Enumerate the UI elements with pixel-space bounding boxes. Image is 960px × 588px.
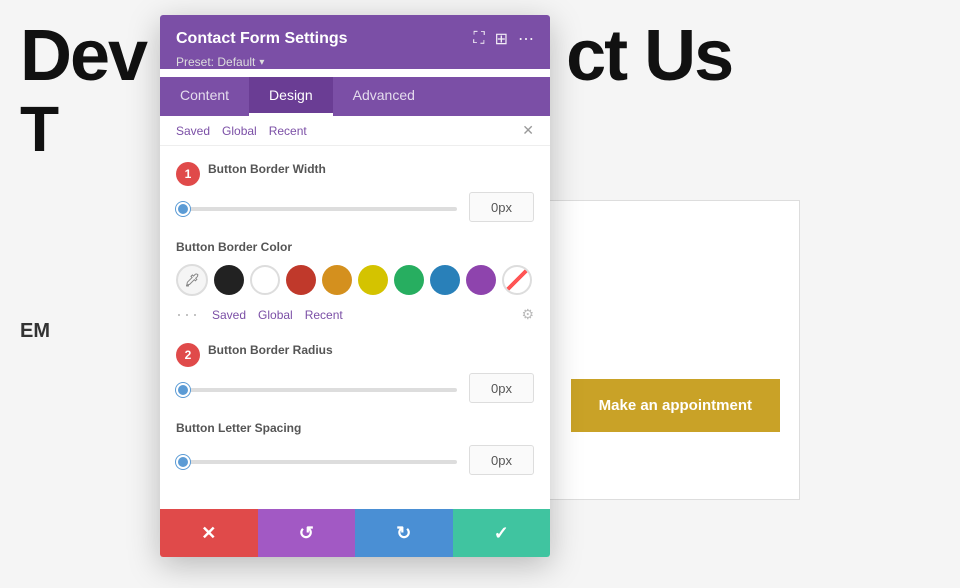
panel-header-top: Contact Form Settings ⛶ ⊞ ⋯ [176, 29, 534, 49]
swatch-blue[interactable] [430, 265, 460, 295]
color-swatches-row [176, 264, 534, 296]
border-color-label: Button Border Color [176, 240, 534, 254]
tab-design[interactable]: Design [249, 77, 333, 116]
swatch-yellow[interactable] [358, 265, 388, 295]
save-button[interactable]: ✓ [453, 509, 551, 557]
border-radius-value: 0px [469, 373, 534, 403]
sub-tab-close-icon[interactable]: ✕ [522, 122, 534, 139]
border-width-slider-wrap [176, 198, 457, 216]
panel-header: Contact Form Settings ⛶ ⊞ ⋯ Preset: Defa… [160, 15, 550, 69]
border-radius-slider[interactable] [176, 388, 457, 392]
color-sub-tab-global[interactable]: Global [258, 308, 293, 322]
border-width-slider-row: 0px [176, 192, 534, 222]
letter-spacing-value: 0px [469, 445, 534, 475]
color-sub-tab-recent[interactable]: Recent [305, 308, 343, 322]
panel-header-icons: ⛶ ⊞ ⋯ [473, 29, 534, 49]
sub-tabs-bar: Saved Global Recent ✕ [160, 116, 550, 146]
swatch-transparent[interactable] [502, 265, 532, 295]
settings-panel: Contact Form Settings ⛶ ⊞ ⋯ Preset: Defa… [160, 15, 550, 557]
panel-title: Contact Form Settings [176, 30, 348, 48]
border-width-slider[interactable] [176, 207, 457, 211]
columns-icon[interactable]: ⊞ [495, 29, 508, 49]
tab-advanced[interactable]: Advanced [333, 77, 435, 116]
eyedropper-icon[interactable] [176, 264, 208, 296]
color-sub-row: ··· Saved Global Recent ⚙ [176, 304, 534, 325]
letter-spacing-slider[interactable] [176, 460, 457, 464]
dots-icon[interactable]: ··· [176, 304, 200, 325]
border-radius-label-row: 2 Button Border Radius [176, 343, 534, 367]
cancel-button[interactable]: ✕ [160, 509, 258, 557]
border-radius-label: Button Border Radius [208, 343, 333, 357]
swatch-orange[interactable] [322, 265, 352, 295]
swatch-red[interactable] [286, 265, 316, 295]
panel-footer: ✕ ↺ ↻ ✓ [160, 509, 550, 557]
redo-button[interactable]: ↻ [355, 509, 453, 557]
swatch-purple[interactable] [466, 265, 496, 295]
sub-tab-saved[interactable]: Saved [176, 124, 210, 138]
tab-content[interactable]: Content [160, 77, 249, 116]
sub-tab-global[interactable]: Global [222, 124, 257, 138]
border-radius-slider-wrap [176, 379, 457, 397]
step2-badge: 2 [176, 343, 200, 367]
border-width-value: 0px [469, 192, 534, 222]
swatch-black[interactable] [214, 265, 244, 295]
border-radius-section: 2 Button Border Radius 0px [176, 343, 534, 403]
panel-preset[interactable]: Preset: Default ▾ [176, 55, 534, 69]
border-width-section: 1 Button Border Width 0px [176, 162, 534, 222]
sub-tab-recent[interactable]: Recent [269, 124, 307, 138]
letter-spacing-slider-wrap [176, 451, 457, 469]
border-color-section: Button Border Color ··· [176, 240, 534, 325]
bg-em-label: EM [20, 320, 50, 343]
border-radius-slider-row: 0px [176, 373, 534, 403]
swatch-white[interactable] [250, 265, 280, 295]
expand-icon[interactable]: ⛶ [473, 30, 484, 48]
letter-spacing-section: Button Letter Spacing 0px [176, 421, 534, 475]
swatch-green[interactable] [394, 265, 424, 295]
border-width-label: Button Border Width [208, 162, 326, 176]
border-width-label-row: 1 Button Border Width [176, 162, 534, 186]
more-icon[interactable]: ⋯ [518, 29, 534, 49]
letter-spacing-label: Button Letter Spacing [176, 421, 534, 435]
color-gear-icon[interactable]: ⚙ [521, 306, 534, 323]
reset-button[interactable]: ↺ [258, 509, 356, 557]
color-sub-tab-saved[interactable]: Saved [212, 308, 246, 322]
panel-body: 1 Button Border Width 0px Button Border … [160, 146, 550, 509]
preset-label: Preset: Default [176, 55, 255, 69]
step1-badge: 1 [176, 162, 200, 186]
bg-title-suffix: ct Us [566, 16, 732, 96]
appointment-button[interactable]: Make an appointment [571, 379, 780, 432]
panel-tabs: Content Design Advanced [160, 77, 550, 116]
preset-arrow-icon: ▾ [259, 57, 264, 68]
letter-spacing-slider-row: 0px [176, 445, 534, 475]
